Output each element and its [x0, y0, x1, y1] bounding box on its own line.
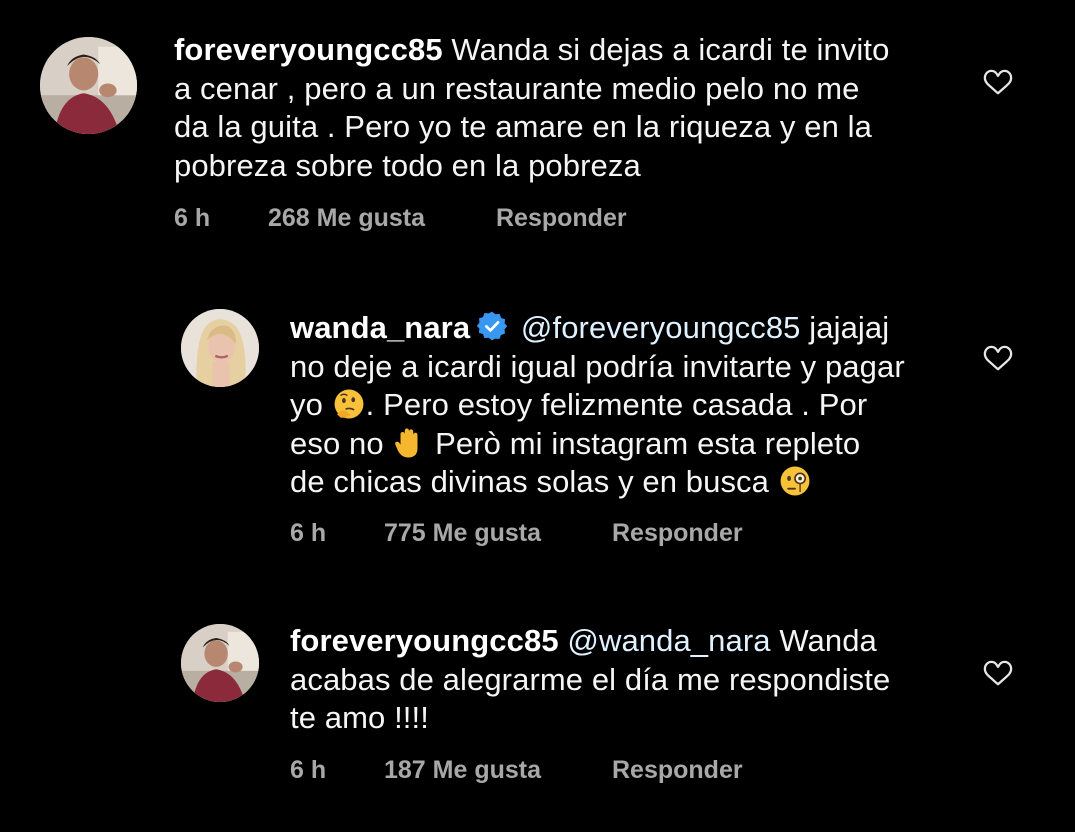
comment-text: wanda_nara @foreveryoungcc85 jajajaj no … — [290, 309, 970, 502]
comment-line: de chicas divinas solas y en busca — [290, 464, 769, 499]
avatar[interactable] — [181, 624, 259, 702]
heart-outline-icon[interactable] — [981, 658, 1015, 688]
comment-line: pobreza sobre todo en la pobreza — [174, 147, 641, 183]
comment: foreveryoungcc85 Wanda si dejas a icardi… — [0, 0, 1075, 260]
avatar[interactable] — [181, 309, 259, 387]
verified-badge-icon — [477, 311, 508, 341]
comment-line: no deje a icardi igual podría invitarte … — [290, 348, 905, 384]
comment-meta: 6 h 775 Me gusta Responder — [290, 519, 890, 549]
heart-outline-icon[interactable] — [981, 67, 1015, 97]
mention-link[interactable]: @foreveryoungcc85 — [521, 310, 801, 345]
mention-link[interactable]: @wanda_nara — [567, 623, 770, 658]
comment-meta: 6 h 187 Me gusta Responder — [290, 756, 890, 786]
comment-username[interactable]: foreveryoungcc85 — [174, 32, 443, 67]
avatar-image — [40, 37, 137, 134]
comment-line: Wanda si dejas a icardi te invito — [451, 32, 890, 67]
comment-username[interactable]: foreveryoungcc85 — [290, 623, 559, 658]
like-count-link[interactable]: 775 Me gusta — [384, 519, 541, 548]
reply-button[interactable]: Responder — [612, 756, 743, 785]
comment-line: te amo !!!! — [290, 700, 429, 735]
comment-line: jajajaj — [809, 310, 890, 345]
comment-line: Wanda — [779, 623, 877, 658]
reply-button[interactable]: Responder — [496, 204, 627, 233]
reply-button[interactable]: Responder — [612, 519, 743, 548]
comment-text: foreveryoungcc85 @wanda_nara Wanda acaba… — [290, 622, 970, 738]
avatar-image — [181, 624, 259, 702]
comment-line: yo — [290, 387, 323, 422]
thinking-face-emoji — [334, 389, 364, 419]
comment-time: 6 h — [174, 204, 211, 232]
comment-time: 6 h — [290, 519, 327, 547]
comment: wanda_nara @foreveryoungcc85 jajajaj no … — [0, 290, 1075, 570]
comment-line: eso no — [290, 425, 384, 461]
avatar[interactable] — [40, 37, 137, 134]
comment-line: acabas de alegrarme el día me respondist… — [290, 661, 891, 697]
comment: foreveryoungcc85 @wanda_nara Wanda acaba… — [0, 605, 1075, 815]
comment-text: foreveryoungcc85 Wanda si dejas a icardi… — [174, 31, 934, 185]
like-count-link[interactable]: 268 Me gusta — [268, 204, 425, 233]
heart-outline-icon[interactable] — [981, 343, 1015, 373]
comment-line: a cenar , pero a un restaurante medio pe… — [174, 70, 860, 106]
comment-line: Però mi instagram esta repleto — [435, 425, 861, 461]
comment-line: . Pero estoy felizmente casada . Por — [365, 387, 868, 422]
comment-meta: 6 h 268 Me gusta Responder — [174, 204, 774, 234]
comment-line: da la guita . Pero yo te amare en la riq… — [174, 109, 872, 144]
like-count-link[interactable]: 187 Me gusta — [384, 756, 541, 785]
face-with-monocle-emoji — [780, 466, 810, 496]
raised-hand-emoji — [395, 428, 418, 457]
comment-time: 6 h — [290, 756, 327, 784]
comment-username[interactable]: wanda_nara — [290, 310, 470, 345]
avatar-image — [181, 309, 259, 387]
